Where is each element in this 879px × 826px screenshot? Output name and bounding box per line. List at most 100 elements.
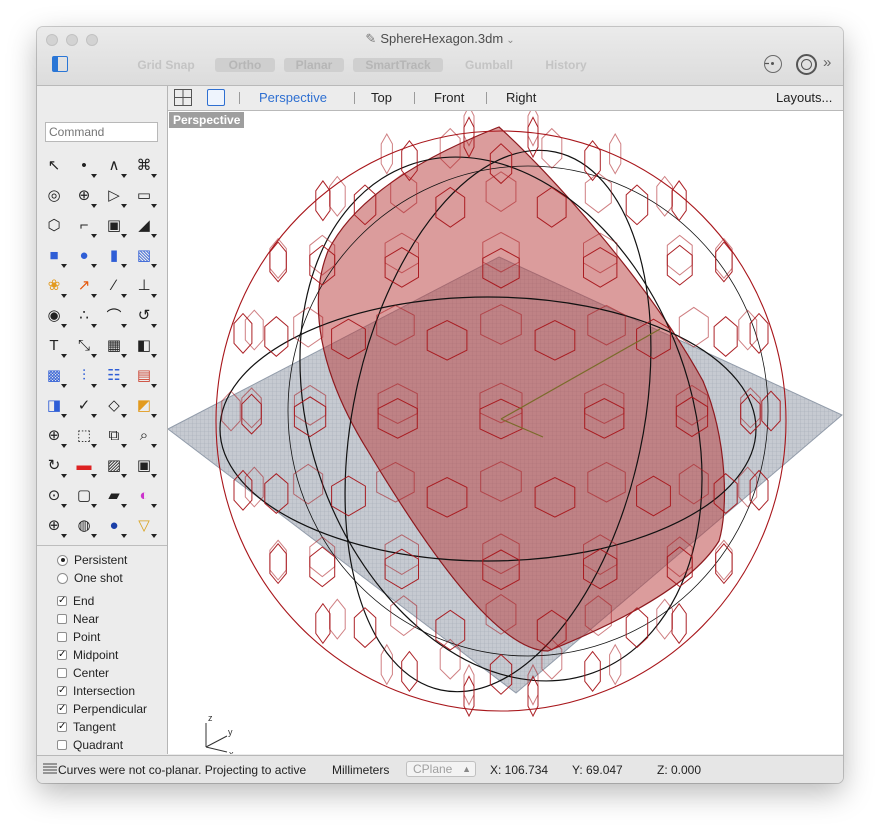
rendered-display-icon[interactable]: ●	[103, 514, 127, 538]
layouts-button[interactable]: Layouts...	[776, 90, 832, 105]
record-history-icon[interactable]	[764, 55, 782, 73]
command-history-icon[interactable]	[43, 762, 57, 777]
rectangle-icon[interactable]: ▭	[133, 184, 157, 208]
osnap-point[interactable]: Point	[57, 629, 100, 645]
osnap-center[interactable]: Center	[57, 665, 109, 681]
boolean-icon[interactable]: ↗	[73, 274, 97, 298]
four-view-layout-icon[interactable]	[174, 89, 192, 106]
osnap-mode-0[interactable]: Persistent	[57, 552, 127, 568]
group-icon[interactable]: ∴	[73, 304, 97, 328]
grid-array-icon[interactable]: ☷	[103, 364, 127, 388]
viewport-scene[interactable]	[168, 111, 843, 754]
osnap-intersection[interactable]: ✓ Intersection	[57, 683, 135, 699]
sphere-icon[interactable]: ●	[73, 244, 97, 268]
osnap-tangent[interactable]: ✓ Tangent	[57, 719, 116, 735]
checkbox[interactable]: ✓	[57, 704, 67, 714]
color-wheel-icon[interactable]: ◐	[133, 484, 157, 508]
ortho-toggle[interactable]: Ortho	[215, 58, 275, 72]
cylinder-icon[interactable]: ▮	[103, 244, 127, 268]
hexagon-cell	[625, 184, 649, 226]
checkbox[interactable]	[57, 614, 67, 624]
checkbox[interactable]: ✓	[57, 686, 67, 696]
cplane-select[interactable]: CPlane ▲	[406, 761, 476, 777]
checkbox[interactable]	[57, 668, 67, 678]
checkbox[interactable]: ✓	[57, 722, 67, 732]
analyze-icon[interactable]: ◇	[103, 394, 127, 418]
rotate-view-icon[interactable]: ↻	[43, 454, 67, 478]
render-icon[interactable]: ◩	[133, 394, 157, 418]
osnap-midpoint[interactable]: ✓ Midpoint	[57, 647, 118, 663]
smarttrack-toggle[interactable]: SmartTrack	[353, 58, 443, 72]
block-icon[interactable]: ▩	[43, 364, 67, 388]
tab-right[interactable]: Right	[506, 90, 536, 105]
sidebar-toggle-icon[interactable]	[52, 56, 68, 72]
perspective-viewport[interactable]: Perspective z y x	[168, 111, 843, 754]
arc-icon[interactable]: ▷	[103, 184, 127, 208]
text-icon[interactable]: T	[43, 334, 67, 358]
radio-button[interactable]	[57, 554, 68, 566]
ghosted-display-icon[interactable]: ◍	[73, 514, 97, 538]
trim-icon[interactable]: ⊥	[133, 274, 157, 298]
checkbox[interactable]: ✓	[57, 596, 67, 606]
dimension-icon[interactable]: ⫶	[73, 364, 97, 388]
polyline-icon[interactable]: ∧	[103, 154, 127, 178]
circle-icon[interactable]: ◎	[43, 184, 65, 206]
point-icon[interactable]: •	[73, 154, 97, 178]
fillet-curve-icon[interactable]: ⌐	[73, 214, 97, 238]
tab-perspective[interactable]: Perspective	[259, 90, 327, 105]
radio-button[interactable]	[57, 572, 68, 584]
grid-snap-toggle[interactable]: Grid Snap	[130, 58, 202, 72]
window-title-area[interactable]: ✎ SphereHexagon.3dm ⌄	[37, 31, 843, 47]
named-view-icon[interactable]: ▨	[103, 454, 127, 478]
ellipse-icon[interactable]: ⊕	[73, 184, 97, 208]
curve-icon[interactable]: ⌘	[133, 154, 157, 178]
tab-top[interactable]: Top	[371, 90, 392, 105]
offset-curve-icon[interactable]: ↺	[133, 304, 157, 328]
transform-icon[interactable]: ⤡	[73, 334, 97, 358]
zoom-icon[interactable]: ⊕	[43, 424, 67, 448]
solid-tools-icon[interactable]: ◉	[43, 304, 67, 328]
toolbar-overflow-icon[interactable]: »	[823, 54, 831, 71]
check-icon[interactable]: ✓	[73, 394, 97, 418]
checkbox[interactable]: ✓	[57, 650, 67, 660]
layer-icon[interactable]: ▤	[133, 364, 157, 388]
project-icon[interactable]: ◨	[43, 394, 67, 418]
explode-icon[interactable]: ❀	[43, 274, 67, 298]
osnap-end[interactable]: ✓ End	[57, 593, 94, 609]
tab-front[interactable]: Front	[434, 90, 464, 105]
array-icon[interactable]: ▦	[103, 334, 127, 358]
single-view-layout-icon[interactable]	[207, 89, 225, 106]
zoom-window-icon[interactable]: ⬚	[73, 424, 97, 448]
light-icon[interactable]: ⊙	[43, 484, 67, 508]
osnap-perpendicular[interactable]: ✓ Perpendicular	[57, 701, 147, 717]
polygon-icon[interactable]: ⬡	[43, 214, 65, 236]
units-label[interactable]: Millimeters	[332, 763, 389, 777]
mirror-icon[interactable]: ◧	[133, 334, 157, 358]
layer-state-icon[interactable]: ▰	[103, 484, 127, 508]
wireframe-display-icon[interactable]: ⊕	[43, 514, 67, 538]
checkbox[interactable]	[57, 740, 67, 750]
surface-from-points-icon[interactable]: ▣	[103, 214, 127, 238]
viewport-label[interactable]: Perspective	[169, 112, 245, 128]
planar-toggle[interactable]: Planar	[284, 58, 344, 72]
box-icon[interactable]: ■	[43, 244, 67, 268]
gumball-toggle[interactable]: Gumball	[457, 58, 521, 72]
mesh-plane-icon[interactable]: ▧	[133, 244, 157, 268]
split-icon[interactable]: ∕	[103, 274, 127, 298]
osnap-quadrant[interactable]: Quadrant	[57, 737, 123, 753]
history-toggle[interactable]: History	[534, 58, 598, 72]
zoom-selected-icon[interactable]: ⌕	[133, 424, 157, 448]
car-icon[interactable]: ▬	[73, 454, 97, 478]
command-input[interactable]	[45, 122, 158, 142]
lock-icon[interactable]: ▢	[73, 484, 97, 508]
osnap-mode-1[interactable]: One shot	[57, 570, 123, 586]
osnap-near[interactable]: Near	[57, 611, 99, 627]
blend-curve-icon[interactable]: ⌒	[103, 304, 127, 328]
select-arrow-icon[interactable]: ↖	[43, 154, 65, 176]
zoom-extents-icon[interactable]: ⧉	[103, 424, 127, 448]
properties-icon[interactable]: ▣	[133, 454, 157, 478]
checkbox[interactable]	[57, 632, 67, 642]
osnap-target-icon[interactable]	[796, 54, 817, 75]
sweep-icon[interactable]: ◢	[133, 214, 157, 238]
material-icon[interactable]: ▽	[133, 514, 157, 538]
